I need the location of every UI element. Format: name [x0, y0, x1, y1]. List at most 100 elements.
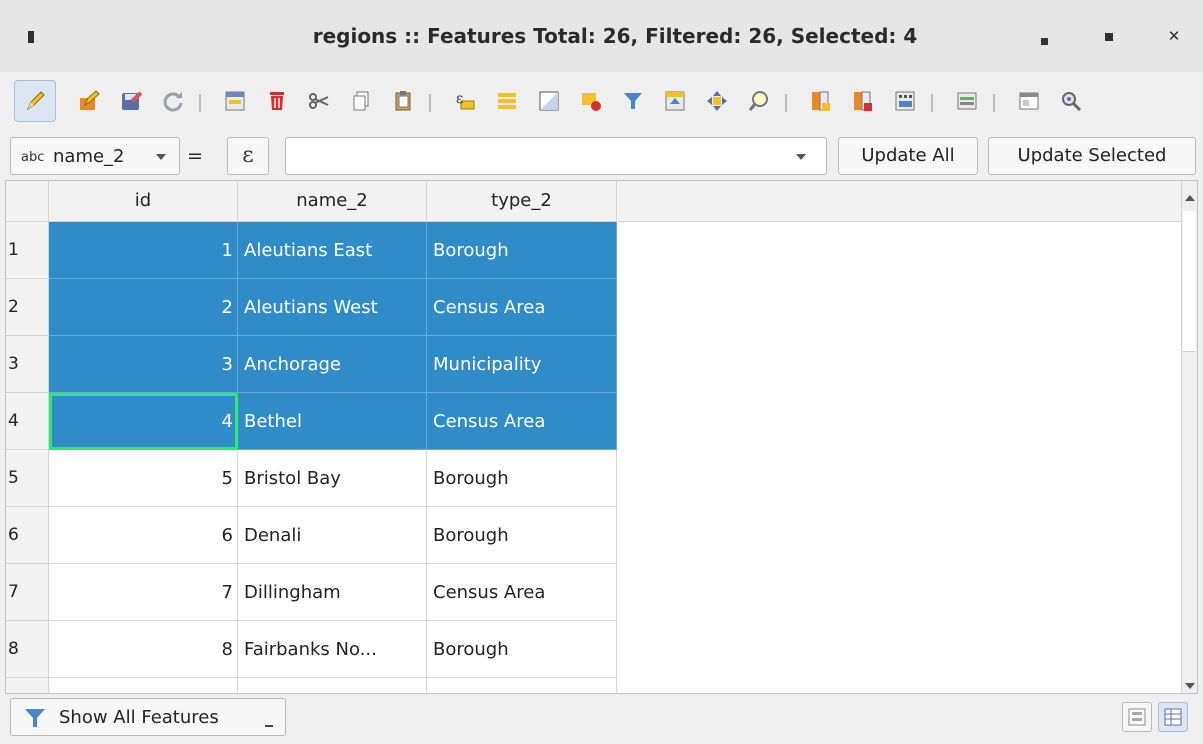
row-header[interactable]: 2: [6, 279, 49, 336]
row-header[interactable]: [6, 678, 49, 693]
cell-id[interactable]: 8: [49, 621, 238, 678]
cell-name-2[interactable]: Aleutians East: [238, 222, 427, 279]
scroll-down-icon[interactable]: [1185, 683, 1195, 689]
update-selected-button[interactable]: Update Selected: [988, 137, 1196, 175]
conditional-formatting-icon: [957, 92, 977, 110]
attribute-table: id name_2 type_2 1 1 Aleutians East Borough…: [5, 180, 1198, 694]
cell-type-2[interactable]: Census Area: [427, 279, 617, 336]
filter-select-button[interactable]: [612, 80, 654, 122]
update-all-button[interactable]: Update All: [838, 137, 978, 175]
chevron-down-icon[interactable]: [796, 154, 806, 160]
table-header: id name_2 type_2: [6, 181, 1182, 222]
column-header-name-2[interactable]: name_2: [238, 181, 427, 221]
expression-builder-button[interactable]: ε: [227, 137, 269, 175]
cell-type-2[interactable]: Borough: [427, 621, 617, 678]
scrollbar-thumb[interactable]: [1183, 211, 1195, 352]
add-feature-button[interactable]: [214, 80, 256, 122]
expression-combo[interactable]: [285, 137, 827, 175]
reload-button[interactable]: [152, 80, 194, 122]
cell-name-2[interactable]: Bethel: [238, 393, 427, 450]
equals-label: =: [187, 145, 203, 167]
cell-type-2[interactable]: Borough: [427, 450, 617, 507]
table-row[interactable]: 3 3 Anchorage Municipality: [6, 336, 618, 393]
delete-feature-icon: [270, 92, 284, 110]
table-row[interactable]: 8 8 Fairbanks No... Borough: [6, 621, 618, 678]
cell-name-2[interactable]: Anchorage: [238, 336, 427, 393]
cell-id[interactable]: 2: [49, 279, 238, 336]
row-header[interactable]: 7: [6, 564, 49, 621]
filter-icon: [25, 709, 45, 727]
cell-name-2[interactable]: Bristol Bay: [238, 450, 427, 507]
cell-id[interactable]: 7: [49, 564, 238, 621]
cell-type-2[interactable]: Census Area: [427, 564, 617, 621]
cell-name-2[interactable]: [238, 678, 427, 693]
table-row[interactable]: [6, 678, 618, 693]
table-row[interactable]: 7 7 Dillingham Census Area: [6, 564, 618, 621]
cell-type-2[interactable]: Borough: [427, 222, 617, 279]
deselect-all-button[interactable]: [570, 80, 612, 122]
table-row[interactable]: 2 2 Aleutians West Census Area: [6, 279, 618, 336]
row-header[interactable]: 8: [6, 621, 49, 678]
form-view-button[interactable]: [1122, 702, 1152, 732]
delete-feature-button[interactable]: [256, 80, 298, 122]
column-header-type-2[interactable]: type_2: [427, 181, 617, 221]
cell-name-2[interactable]: Dillingham: [238, 564, 427, 621]
table-row[interactable]: 4 4 Bethel Census Area: [6, 393, 618, 450]
cell-id[interactable]: 1: [49, 222, 238, 279]
toggle-editing-button[interactable]: [14, 80, 56, 122]
cell-name-2[interactable]: Fairbanks No...: [238, 621, 427, 678]
filter-features-button[interactable]: Show All Features: [10, 698, 286, 736]
table-row[interactable]: 1 1 Aleutians East Borough: [6, 222, 618, 279]
cell-id[interactable]: 4: [49, 393, 238, 450]
save-edits-button[interactable]: [110, 80, 152, 122]
row-header[interactable]: 6: [6, 507, 49, 564]
cell-id[interactable]: [49, 678, 238, 693]
cell-type-2[interactable]: Municipality: [427, 336, 617, 393]
paste-button[interactable]: [382, 80, 424, 122]
vertical-scrollbar[interactable]: [1181, 181, 1197, 693]
maximize-button[interactable]: [1093, 20, 1125, 52]
zoom-to-selected-button[interactable]: [738, 80, 780, 122]
invert-selection-button[interactable]: [528, 80, 570, 122]
cell-type-2[interactable]: Census Area: [427, 393, 617, 450]
cell-name-2[interactable]: Aleutians West: [238, 279, 427, 336]
corner-header[interactable]: [6, 181, 49, 221]
cell-name-2[interactable]: Denali: [238, 507, 427, 564]
scroll-up-icon[interactable]: [1185, 195, 1195, 201]
toolbar-separator: [993, 94, 995, 112]
multi-edit-button[interactable]: [68, 80, 110, 122]
window-menu-icon[interactable]: [28, 31, 34, 43]
delete-field-button[interactable]: [842, 80, 884, 122]
expression-input[interactable]: [292, 144, 786, 170]
new-field-button[interactable]: [800, 80, 842, 122]
pan-to-selected-button[interactable]: [696, 80, 738, 122]
window-title: regions :: Features Total: 26, Filtered:…: [312, 24, 918, 48]
row-header[interactable]: 4: [6, 393, 49, 450]
table-row[interactable]: 6 6 Denali Borough: [6, 507, 618, 564]
field-calculator-button[interactable]: [884, 80, 926, 122]
close-button[interactable]: ✕: [1158, 20, 1190, 52]
select-by-expression-button[interactable]: ε: [444, 80, 486, 122]
conditional-formatting-button[interactable]: [946, 80, 988, 122]
table-row[interactable]: 5 5 Bristol Bay Borough: [6, 450, 618, 507]
close-icon: ✕: [1167, 27, 1181, 45]
minimize-button[interactable]: [1028, 20, 1060, 52]
cell-id[interactable]: 5: [49, 450, 238, 507]
cut-button[interactable]: [298, 80, 340, 122]
row-header[interactable]: 5: [6, 450, 49, 507]
cut-icon: [309, 93, 329, 109]
dock-table-button[interactable]: [1008, 80, 1050, 122]
select-all-button[interactable]: [486, 80, 528, 122]
table-view-button[interactable]: [1158, 702, 1188, 732]
actions-button[interactable]: [1050, 80, 1092, 122]
cell-type-2[interactable]: [427, 678, 617, 693]
move-selection-to-top-button[interactable]: [654, 80, 696, 122]
row-header[interactable]: 3: [6, 336, 49, 393]
cell-id[interactable]: 3: [49, 336, 238, 393]
cell-type-2[interactable]: Borough: [427, 507, 617, 564]
copy-button[interactable]: [340, 80, 382, 122]
column-header-id[interactable]: id: [49, 181, 238, 221]
cell-id[interactable]: 6: [49, 507, 238, 564]
field-select[interactable]: abc name_2: [10, 137, 180, 175]
row-header[interactable]: 1: [6, 222, 49, 279]
